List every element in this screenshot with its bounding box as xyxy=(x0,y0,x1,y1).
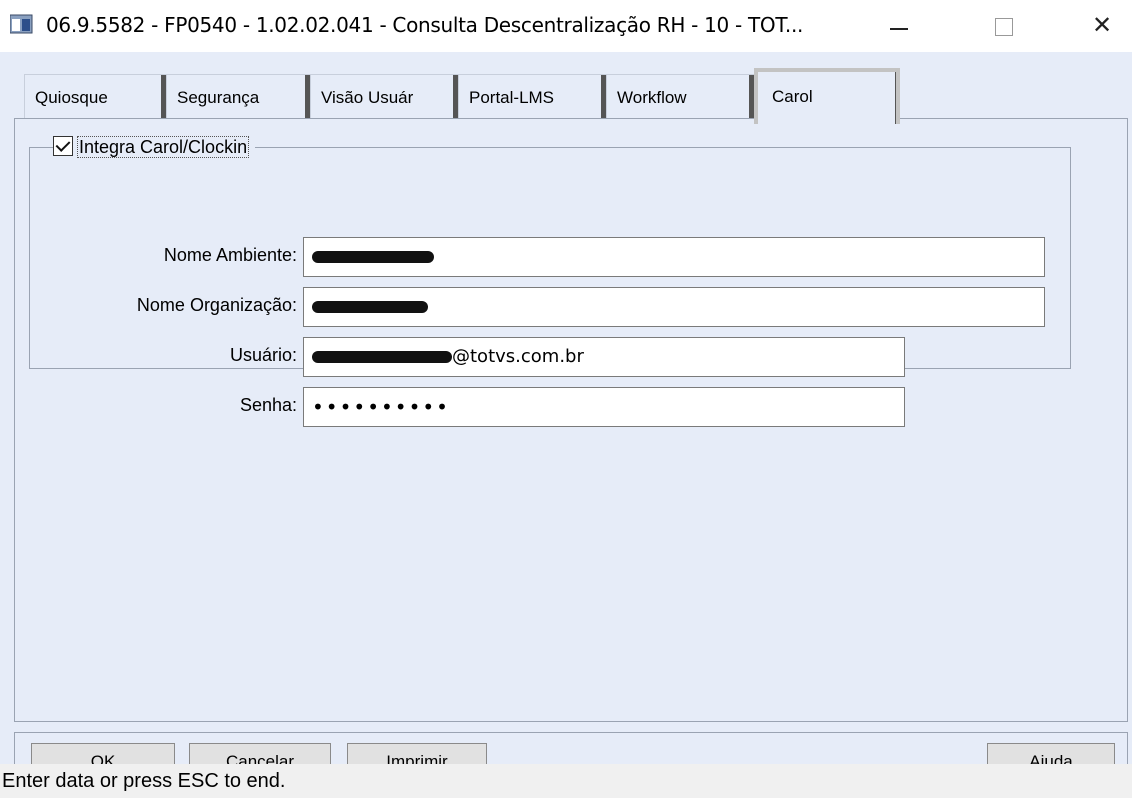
redacted-value xyxy=(312,301,428,313)
dialog-body: Quiosque Segurança Visão Usuár Portal-LM… xyxy=(0,52,1132,798)
usuario-label: Usuário: xyxy=(229,345,297,365)
tab-portal-lms[interactable]: Portal-LMS xyxy=(458,74,606,120)
nome-organizacao-label: Nome Organização: xyxy=(136,295,297,315)
window-title: 06.9.5582 - FP0540 - 1.02.02.041 - Consu… xyxy=(46,13,804,37)
minimize-button[interactable] xyxy=(868,6,928,46)
tab-carol[interactable]: Carol xyxy=(754,68,900,124)
nome-organizacao-field[interactable] xyxy=(303,287,1045,327)
maximize-icon xyxy=(995,18,1013,36)
status-bar: Enter data or press ESC to end. xyxy=(0,764,1132,798)
tab-seguranca[interactable]: Segurança xyxy=(166,74,310,120)
redacted-value xyxy=(312,251,434,263)
maximize-button[interactable] xyxy=(974,6,1034,46)
close-icon: ✕ xyxy=(1091,12,1113,39)
minimize-icon xyxy=(890,28,908,30)
nome-ambiente-label: Nome Ambiente: xyxy=(163,245,297,265)
senha-field[interactable]: •••••••••• xyxy=(303,387,905,427)
integra-carol-checkbox-group[interactable]: Integra Carol/Clockin xyxy=(53,133,256,161)
tab-label: Workflow xyxy=(617,88,687,107)
tab-panel-carol: Integra Carol/Clockin Nome Ambiente: Nom… xyxy=(14,118,1128,722)
tab-label: Portal-LMS xyxy=(469,88,555,107)
close-button[interactable]: ✕ xyxy=(1072,6,1132,46)
tab-workflow[interactable]: Workflow xyxy=(606,74,754,120)
tab-label: Quiosque xyxy=(35,88,108,107)
nome-ambiente-field[interactable] xyxy=(303,237,1045,277)
tab-label: Carol xyxy=(772,87,813,106)
redacted-value xyxy=(312,351,452,363)
integra-carol-label: Integra Carol/Clockin xyxy=(77,136,250,158)
integra-carol-checkbox[interactable] xyxy=(53,136,73,156)
tab-label: Visão Usuár xyxy=(321,88,414,107)
title-bar: 06.9.5582 - FP0540 - 1.02.02.041 - Consu… xyxy=(0,0,1132,52)
tab-visao-usuario[interactable]: Visão Usuár xyxy=(310,74,458,120)
usuario-field[interactable]: @totvs.com.br xyxy=(303,337,905,377)
usuario-domain: @totvs.com.br xyxy=(452,346,584,367)
app-icon xyxy=(10,14,33,34)
tab-quiosque[interactable]: Quiosque xyxy=(24,74,166,120)
tab-label: Segurança xyxy=(177,88,260,107)
senha-label: Senha: xyxy=(239,395,297,415)
